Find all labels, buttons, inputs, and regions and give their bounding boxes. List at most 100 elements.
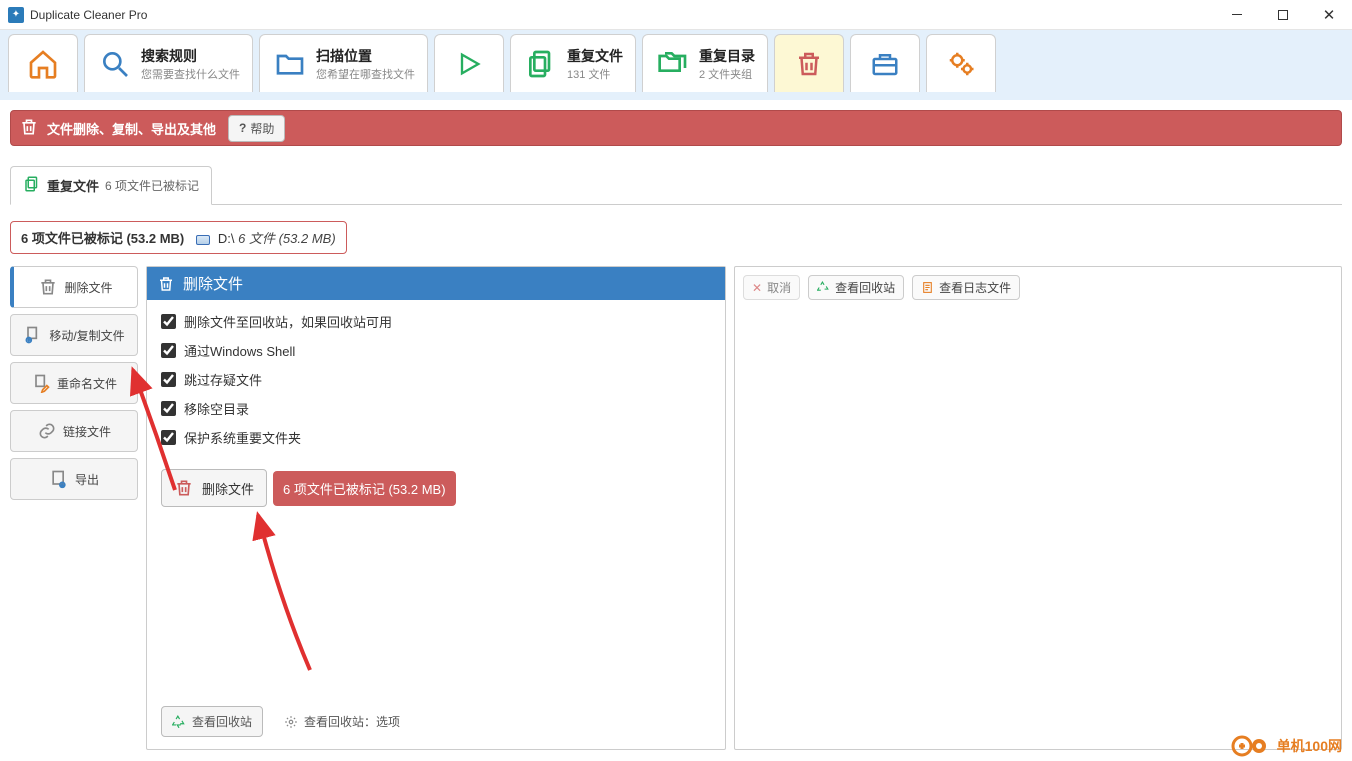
- delete-files-badge: 6 项文件已被标记 (53.2 MB): [273, 471, 456, 506]
- panel-bottom-buttons: 查看回收站 查看回收站：选项: [161, 666, 711, 737]
- side-rename-label: 重命名文件: [57, 375, 117, 392]
- side-delete-button[interactable]: 删除文件: [10, 266, 138, 308]
- opt-protect-system[interactable]: 保护系统重要文件夹: [161, 428, 711, 447]
- run-scan-button[interactable]: [434, 34, 504, 92]
- drive-info: D:\ 6 文件 (53.2 MB): [196, 228, 335, 247]
- gear-icon: [943, 46, 979, 82]
- drive-files: 6 文件 (53.2 MB): [238, 231, 336, 246]
- right-view-recycle-label: 查看回收站: [835, 279, 895, 296]
- sub-tab-title: 重复文件: [47, 176, 99, 195]
- home-button[interactable]: [8, 34, 78, 92]
- recycle-options-label: 查看回收站：选项: [304, 713, 400, 730]
- opt-skip-suspect[interactable]: 跳过存疑文件: [161, 370, 711, 389]
- folders-icon: [655, 46, 691, 82]
- opt-remove-empty[interactable]: 移除空目录: [161, 399, 711, 418]
- side-export-label: 导出: [75, 471, 99, 488]
- opt-recycle-bin-checkbox[interactable]: [161, 314, 176, 329]
- opt-remove-empty-checkbox[interactable]: [161, 401, 176, 416]
- play-icon: [451, 46, 487, 82]
- delete-panel-header: 删除文件: [147, 267, 725, 300]
- files-icon: [23, 175, 41, 196]
- side-rename-button[interactable]: 重命名文件: [10, 362, 138, 404]
- cancel-button[interactable]: ✕ 取消: [743, 275, 800, 300]
- right-view-recycle-button[interactable]: 查看回收站: [808, 275, 904, 300]
- cancel-icon: ✕: [752, 281, 762, 295]
- dup-files-tab[interactable]: 重复文件 131 文件: [510, 34, 636, 92]
- export-icon: [49, 469, 69, 489]
- search-rules-title: 搜索规则: [141, 46, 240, 66]
- dup-files-sub: 131 文件: [567, 66, 623, 82]
- watermark-text: 单机100网: [1277, 736, 1342, 756]
- search-rules-tab[interactable]: 搜索规则 您需要查找什么文件: [84, 34, 253, 92]
- dup-folders-sub: 2 文件夹组: [699, 66, 755, 82]
- dup-files-title: 重复文件: [567, 46, 623, 66]
- dup-folders-title: 重复目录: [699, 46, 755, 66]
- action-header: 文件删除、复制、导出及其他 ? 帮助: [10, 110, 1342, 146]
- opt-recycle-bin[interactable]: 删除文件至回收站，如果回收站可用: [161, 312, 711, 331]
- cancel-label: 取消: [767, 279, 791, 296]
- sub-tab-info: 6 项文件已被标记: [105, 177, 199, 194]
- close-button[interactable]: ✕: [1306, 0, 1352, 30]
- delete-panel: 删除文件 删除文件至回收站，如果回收站可用 通过Windows Shell 跳过…: [146, 266, 726, 750]
- titlebar: ✦ Duplicate Cleaner Pro ✕: [0, 0, 1352, 30]
- view-log-button[interactable]: 查看日志文件: [912, 275, 1020, 300]
- watermark: 单机100网: [1231, 735, 1342, 757]
- files-icon: [523, 46, 559, 82]
- opt-windows-shell[interactable]: 通过Windows Shell: [161, 341, 711, 360]
- trash-icon: [157, 275, 175, 293]
- recycle-options-button[interactable]: 查看回收站：选项: [273, 706, 411, 737]
- side-export-button[interactable]: 导出: [10, 458, 138, 500]
- trash-icon: [791, 46, 827, 82]
- side-link-label: 链接文件: [63, 423, 111, 440]
- window-controls: ✕: [1214, 0, 1352, 30]
- copy-icon: [23, 325, 43, 345]
- main-layout: 删除文件 移动/复制文件 重命名文件 链接文件 导出 删除: [10, 266, 1342, 750]
- help-button[interactable]: ? 帮助: [228, 115, 285, 142]
- delete-panel-body: 删除文件至回收站，如果回收站可用 通过Windows Shell 跳过存疑文件 …: [147, 300, 725, 749]
- marked-count: 6 项文件已被标记 (53.2 MB): [21, 228, 184, 247]
- main-toolbar: 搜索规则 您需要查找什么文件 扫描位置 您希望在哪查找文件 重复文件 131 文…: [0, 30, 1352, 100]
- dup-folders-tab[interactable]: 重复目录 2 文件夹组: [642, 34, 768, 92]
- rename-icon: [31, 373, 51, 393]
- link-icon: [37, 421, 57, 441]
- view-log-label: 查看日志文件: [939, 279, 1011, 296]
- minimize-button[interactable]: [1214, 0, 1260, 30]
- sub-tab-dup-files[interactable]: 重复文件 6 项文件已被标记: [10, 166, 212, 205]
- delete-files-label: 删除文件: [202, 479, 254, 498]
- trash-icon: [174, 478, 194, 498]
- tools-button[interactable]: [850, 34, 920, 92]
- help-icon: ?: [239, 121, 246, 135]
- scan-location-title: 扫描位置: [316, 46, 415, 66]
- settings-button[interactable]: [926, 34, 996, 92]
- delete-action-tab[interactable]: [774, 34, 844, 92]
- side-actions: 删除文件 移动/复制文件 重命名文件 链接文件 导出: [10, 266, 138, 750]
- gear-icon: [284, 715, 298, 729]
- delete-panel-title: 删除文件: [183, 273, 243, 294]
- briefcase-icon: [867, 46, 903, 82]
- view-recycle-button[interactable]: 查看回收站: [161, 706, 263, 737]
- scan-location-tab[interactable]: 扫描位置 您希望在哪查找文件: [259, 34, 428, 92]
- app-title: Duplicate Cleaner Pro: [30, 8, 1214, 22]
- content-area: 文件删除、复制、导出及其他 ? 帮助 重复文件 6 项文件已被标记 6 项文件已…: [0, 100, 1352, 761]
- view-recycle-label: 查看回收站: [192, 713, 252, 730]
- side-move-copy-button[interactable]: 移动/复制文件: [10, 314, 138, 356]
- trash-icon: [19, 117, 39, 140]
- side-move-copy-label: 移动/复制文件: [49, 327, 124, 344]
- side-delete-label: 删除文件: [64, 279, 112, 296]
- delete-action-row: 删除文件 6 项文件已被标记 (53.2 MB): [161, 469, 711, 507]
- app-icon: ✦: [8, 7, 24, 23]
- drive-path: D:\: [218, 231, 235, 246]
- action-header-title: 文件删除、复制、导出及其他: [47, 119, 216, 138]
- right-panel-buttons: ✕ 取消 查看回收站 查看日志文件: [743, 275, 1333, 300]
- opt-skip-suspect-checkbox[interactable]: [161, 372, 176, 387]
- drive-icon: [196, 235, 210, 245]
- delete-files-button[interactable]: 删除文件: [161, 469, 267, 507]
- opt-windows-shell-checkbox[interactable]: [161, 343, 176, 358]
- search-rules-sub: 您需要查找什么文件: [141, 66, 240, 82]
- log-icon: [921, 281, 934, 294]
- help-label: 帮助: [250, 120, 274, 137]
- folder-icon: [272, 46, 308, 82]
- opt-protect-system-checkbox[interactable]: [161, 430, 176, 445]
- side-link-button[interactable]: 链接文件: [10, 410, 138, 452]
- maximize-button[interactable]: [1260, 0, 1306, 30]
